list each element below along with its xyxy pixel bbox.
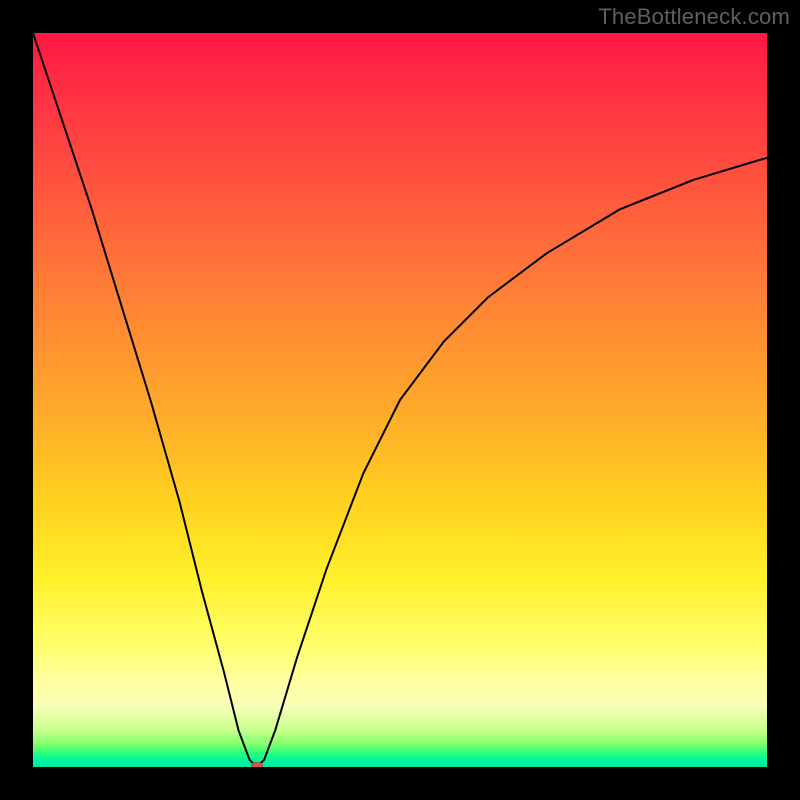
bottleneck-curve: [33, 33, 767, 767]
watermark-text: TheBottleneck.com: [598, 4, 790, 30]
curve-layer: [33, 33, 767, 767]
plot-area: [33, 33, 767, 767]
chart-frame: TheBottleneck.com: [0, 0, 800, 800]
minimum-marker-icon: [251, 762, 263, 767]
